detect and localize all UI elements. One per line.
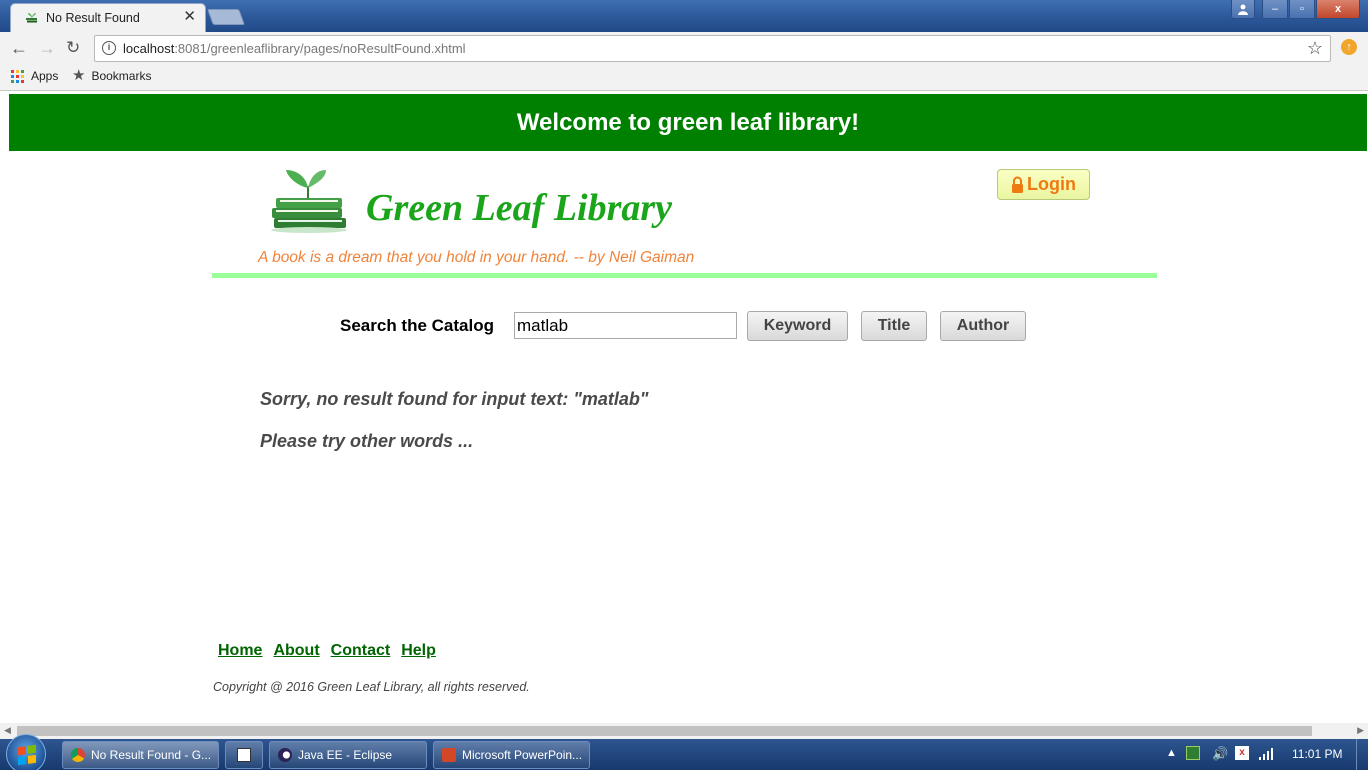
bookmark-star-icon[interactable]: ☆ xyxy=(1307,38,1323,59)
taskbar-clock[interactable]: 11:01 PM xyxy=(1292,747,1342,761)
scrollbar-thumb[interactable] xyxy=(17,726,1312,736)
bookmarks-bar: Apps ★ Bookmarks xyxy=(0,64,1368,91)
browser-toolbar: ← → ↻ i localhost:8081/greenleaflibrary/… xyxy=(0,32,1368,64)
header-divider xyxy=(212,273,1157,278)
eclipse-icon xyxy=(278,748,292,762)
no-result-message: Sorry, no result found for input text: "… xyxy=(260,389,649,409)
author-search-button[interactable]: Author xyxy=(940,311,1026,341)
tray-expand-icon[interactable]: ▲ xyxy=(1166,747,1177,759)
apps-label: Apps xyxy=(31,69,59,83)
forward-arrow-icon[interactable]: → xyxy=(38,38,56,58)
library-favicon-icon xyxy=(26,13,37,23)
apps-shortcut[interactable]: Apps xyxy=(11,69,58,83)
reload-icon[interactable]: ↻ xyxy=(66,38,80,58)
taskbar-eclipse-label: Java EE - Eclipse xyxy=(298,748,393,762)
taskbar-chrome-label: No Result Found - G... xyxy=(91,748,212,762)
footer-link-help[interactable]: Help xyxy=(401,642,436,660)
horizontal-scrollbar[interactable]: ◀ ▶ xyxy=(0,723,1368,739)
taskbar-powerpoint[interactable]: Microsoft PowerPoin... xyxy=(433,741,590,769)
bookmarks-folder[interactable]: ★ Bookmarks xyxy=(72,67,152,84)
window-controls: – ▫ x xyxy=(1231,0,1360,20)
login-label: Login xyxy=(1027,174,1076,194)
windows-logo-icon xyxy=(18,744,36,766)
taskbar-eclipse[interactable]: Java EE - Eclipse xyxy=(269,741,427,769)
maximize-button[interactable]: ▫ xyxy=(1289,0,1315,19)
apps-grid-icon xyxy=(11,69,24,83)
books-plant-logo-icon xyxy=(271,170,347,233)
tab-title: No Result Found xyxy=(46,11,140,25)
calculator-icon xyxy=(237,748,251,762)
new-tab-button[interactable] xyxy=(207,9,245,25)
scroll-left-icon[interactable]: ◀ xyxy=(4,725,11,736)
page-viewport: Welcome to green leaf library! Green Lea… xyxy=(0,92,1368,723)
powerpoint-icon xyxy=(442,748,456,762)
address-bar[interactable]: i localhost:8081/greenleaflibrary/pages/… xyxy=(94,35,1331,62)
star-icon: ★ xyxy=(72,67,86,84)
login-button[interactable]: Login xyxy=(997,169,1090,200)
welcome-banner: Welcome to green leaf library! xyxy=(9,94,1367,151)
minimize-button[interactable]: – xyxy=(1262,0,1288,19)
taskbar-calculator[interactable] xyxy=(225,741,263,769)
lock-icon xyxy=(1012,176,1023,193)
signal-icon[interactable] xyxy=(1259,748,1273,760)
bookmarks-label: Bookmarks xyxy=(91,69,152,83)
scroll-right-icon[interactable]: ▶ xyxy=(1357,725,1364,736)
info-icon[interactable]: i xyxy=(102,41,116,55)
taskbar-chrome[interactable]: No Result Found - G... xyxy=(62,741,219,769)
url-text[interactable]: localhost:8081/greenleaflibrary/pages/no… xyxy=(123,41,466,56)
search-label: Search the Catalog xyxy=(340,316,494,335)
try-again-message: Please try other words ... xyxy=(260,431,474,451)
footer-link-home[interactable]: Home xyxy=(218,642,262,660)
chrome-icon xyxy=(71,748,85,762)
footer-link-contact[interactable]: Contact xyxy=(331,642,391,660)
quote-text: A book is a dream that you hold in your … xyxy=(258,249,695,266)
windows-taskbar: No Result Found - G... Java EE - Eclipse… xyxy=(0,734,1368,770)
close-window-button[interactable]: x xyxy=(1316,0,1360,19)
footer-links: Home About Contact Help xyxy=(218,642,436,660)
browser-tab[interactable]: No Result Found ✕ xyxy=(10,3,206,32)
volume-icon[interactable]: 🔊 xyxy=(1212,746,1228,762)
browser-titlebar: No Result Found ✕ – ▫ x xyxy=(0,0,1368,32)
taskbar-powerpoint-label: Microsoft PowerPoin... xyxy=(462,748,583,762)
search-input[interactable] xyxy=(514,312,737,339)
start-button[interactable] xyxy=(6,734,46,770)
keyword-search-button[interactable]: Keyword xyxy=(747,311,848,341)
copyright-text: Copyright @ 2016 Green Leaf Library, all… xyxy=(213,680,530,694)
library-logo-text: Green Leaf Library xyxy=(366,187,673,229)
title-search-button[interactable]: Title xyxy=(861,311,927,341)
network-error-icon[interactable]: x xyxy=(1235,746,1249,760)
profile-icon[interactable] xyxy=(1231,0,1255,19)
tab-close-icon[interactable]: ✕ xyxy=(183,8,196,26)
footer-link-about[interactable]: About xyxy=(273,642,319,660)
extension-icon[interactable]: ↑ xyxy=(1341,39,1357,55)
back-arrow-icon[interactable]: ← xyxy=(10,38,28,58)
show-desktop-button[interactable] xyxy=(1356,739,1368,770)
tray-app-icon[interactable] xyxy=(1186,746,1200,760)
